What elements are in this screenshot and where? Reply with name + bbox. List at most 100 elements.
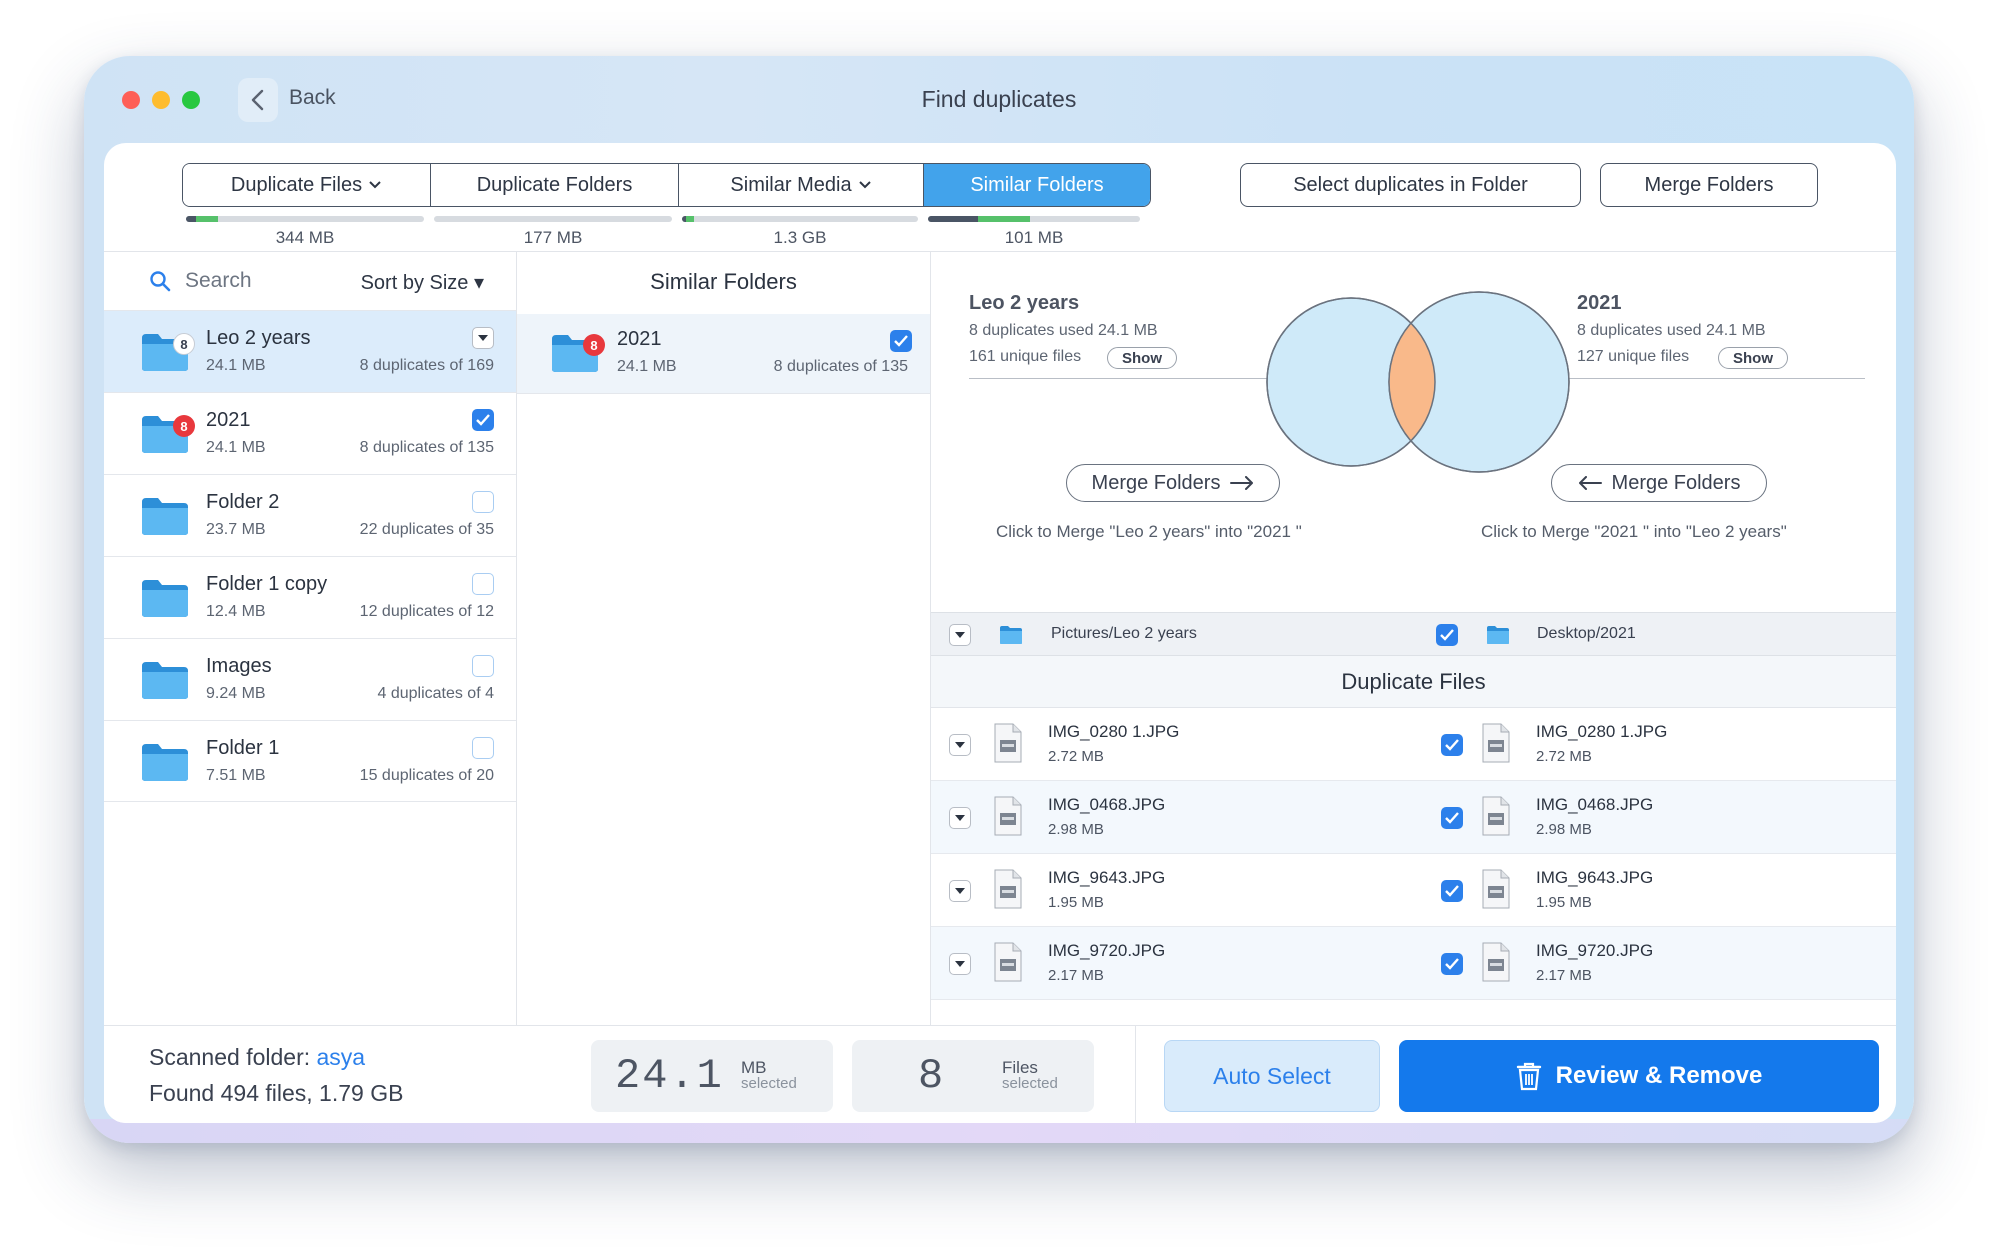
- left-file-name: IMG_0468.JPG: [1048, 795, 1166, 814]
- checkmark-icon: [1445, 958, 1459, 970]
- folder-checkbox[interactable]: [472, 573, 494, 595]
- folder-checkbox[interactable]: [472, 491, 494, 513]
- footer-bar: Scanned folder: asya Found 494 files, 1.…: [104, 1025, 1896, 1123]
- file-checkbox[interactable]: [1441, 734, 1463, 756]
- merge-left-into-right-button[interactable]: Merge Folders: [1066, 464, 1280, 502]
- folder-size: 12.4 MB: [206, 603, 266, 620]
- folder-icon: [1000, 626, 1022, 644]
- right-folder-duplicates: 8 duplicates used 24.1 MB: [1577, 322, 1766, 339]
- scanned-folder-line: Scanned folder: asya: [149, 1044, 365, 1071]
- divider-line: [969, 378, 1272, 379]
- show-unique-left-button[interactable]: Show: [1107, 347, 1177, 369]
- tab-size: 1.3 GB: [773, 228, 827, 247]
- tab-meta-similar-media: 1.3 GB: [682, 216, 918, 248]
- tab-duplicate-folders[interactable]: Duplicate Folders: [431, 164, 679, 206]
- merge-label: Merge Folders: [1091, 471, 1221, 494]
- tab-label: Similar Media: [730, 173, 852, 196]
- folder-name: Folder 2: [206, 491, 280, 513]
- left-folder-unique: 161 unique files: [969, 348, 1082, 365]
- folder-row-folder-1[interactable]: Folder 1 7.51 MB 15 duplicates of 20: [104, 720, 516, 802]
- folder-duplicates: 15 duplicates of 20: [359, 767, 494, 784]
- folder-checkbox[interactable]: [472, 409, 494, 431]
- folder-checkbox[interactable]: [472, 655, 494, 677]
- file-options-dropdown[interactable]: [949, 734, 971, 756]
- auto-select-button[interactable]: Auto Select: [1164, 1040, 1380, 1112]
- review-remove-button[interactable]: Review & Remove: [1399, 1040, 1879, 1112]
- selected-files-box: 8 Files selected: [852, 1040, 1094, 1112]
- chevron-down-icon: [369, 181, 381, 189]
- folder-list-panel: Search Sort by Size ▾ 8 Leo 2 years 24.1…: [104, 252, 517, 1025]
- tab-meta-similar-folders: 101 MB: [928, 216, 1140, 248]
- footer-divider: [1135, 1026, 1136, 1123]
- file-checkbox[interactable]: [1441, 807, 1463, 829]
- folder-row-leo-2-years[interactable]: 8 Leo 2 years 24.1 MB 8 duplicates of 16…: [104, 310, 516, 392]
- left-file-size: 1.95 MB: [1048, 894, 1104, 911]
- folder-compare-panel: Leo 2 years 8 duplicates used 24.1 MB 16…: [931, 252, 1896, 1025]
- duplicate-files-title: Duplicate Files: [931, 656, 1896, 708]
- duplicate-file-row[interactable]: IMG_0468.JPG 2.98 MB IMG_0468.JPG 2.98 M…: [931, 781, 1896, 854]
- folder-duplicates: 8 duplicates of 135: [359, 439, 494, 456]
- checkmark-icon: [894, 335, 908, 347]
- folder-size: 24.1 MB: [206, 357, 266, 374]
- file-checkbox[interactable]: [1441, 880, 1463, 902]
- merge-folders-button[interactable]: Merge Folders: [1600, 163, 1818, 207]
- found-files-summary: Found 494 files, 1.79 GB: [149, 1080, 404, 1106]
- merge-right-into-left-button[interactable]: Merge Folders: [1551, 464, 1767, 502]
- folder-icon: [1487, 626, 1509, 644]
- folder-row-images[interactable]: Images 9.24 MB 4 duplicates of 4: [104, 638, 516, 720]
- folder-size: 24.1 MB: [617, 358, 677, 375]
- similar-folder-row[interactable]: 8 2021 24.1 MB 8 duplicates of 135: [517, 314, 930, 394]
- duplicate-file-row[interactable]: IMG_9643.JPG 1.95 MB IMG_9643.JPG 1.95 M…: [931, 854, 1896, 927]
- selected-size-box: 24.1 MB selected: [591, 1040, 833, 1112]
- search-bar[interactable]: Search Sort by Size ▾: [104, 252, 516, 310]
- folder-options-dropdown[interactable]: [472, 327, 494, 349]
- tab-label: Similar Folders: [970, 173, 1104, 196]
- folder-name: 2021: [617, 328, 662, 350]
- duplicate-file-row[interactable]: IMG_9720.JPG 2.17 MB IMG_9720.JPG 2.17 M…: [931, 927, 1896, 1000]
- folder-row-2021[interactable]: 8 2021 24.1 MB 8 duplicates of 135: [104, 392, 516, 474]
- folder-duplicates: 12 duplicates of 12: [359, 603, 494, 620]
- checkmark-icon: [476, 414, 490, 426]
- jpg-file-icon: [1482, 942, 1510, 982]
- panel-title: Similar Folders: [650, 269, 797, 294]
- file-options-dropdown[interactable]: [949, 807, 971, 829]
- tab-similar-media[interactable]: Similar Media: [679, 164, 924, 206]
- right-folder-checkbox[interactable]: [1436, 624, 1458, 646]
- folder-row-folder-1-copy[interactable]: Folder 1 copy 12.4 MB 12 duplicates of 1…: [104, 556, 516, 638]
- folder-duplicates: 22 duplicates of 35: [359, 521, 494, 538]
- jpg-file-icon: [994, 869, 1022, 909]
- search-icon: [150, 271, 171, 292]
- jpg-file-icon: [994, 942, 1022, 982]
- size-bar: [928, 216, 1140, 222]
- file-options-dropdown[interactable]: [949, 880, 971, 902]
- right-file-name: IMG_9720.JPG: [1536, 941, 1654, 960]
- folder-name: 2021: [206, 409, 251, 431]
- checkmark-icon: [1445, 739, 1459, 751]
- scanned-folder-label: Scanned folder:: [149, 1044, 317, 1070]
- folder-checkbox[interactable]: [890, 330, 912, 352]
- folder-size: 24.1 MB: [206, 439, 266, 456]
- size-bar: [682, 216, 918, 222]
- search-input[interactable]: Search: [185, 269, 252, 293]
- jpg-file-icon: [1482, 869, 1510, 909]
- tab-size: 177 MB: [523, 228, 583, 247]
- folder-icon: [142, 498, 188, 535]
- folder-checkbox[interactable]: [472, 737, 494, 759]
- sort-by-size-dropdown[interactable]: Sort by Size ▾: [361, 270, 484, 295]
- folder-duplicates: 8 duplicates of 169: [359, 357, 494, 374]
- caret-down-icon: [955, 888, 965, 894]
- left-folder-name: Leo 2 years: [969, 292, 1080, 314]
- scanned-folder-link[interactable]: asya: [317, 1044, 366, 1070]
- selected-size-unit: MB selected: [741, 1059, 797, 1092]
- trash-icon: [1516, 1062, 1541, 1091]
- file-options-dropdown[interactable]: [949, 953, 971, 975]
- tab-duplicate-files[interactable]: Duplicate Files: [183, 164, 431, 206]
- tab-similar-folders[interactable]: Similar Folders: [924, 164, 1150, 206]
- show-unique-right-button[interactable]: Show: [1718, 347, 1788, 369]
- folder-row-folder-2[interactable]: Folder 2 23.7 MB 22 duplicates of 35: [104, 474, 516, 556]
- left-file-name: IMG_9720.JPG: [1048, 941, 1166, 960]
- select-duplicates-in-folder-button[interactable]: Select duplicates in Folder: [1240, 163, 1581, 207]
- file-checkbox[interactable]: [1441, 953, 1463, 975]
- duplicate-file-row[interactable]: IMG_0280 1.JPG 2.72 MB IMG_0280 1.JPG 2.…: [931, 708, 1896, 781]
- left-path-dropdown[interactable]: [949, 624, 971, 646]
